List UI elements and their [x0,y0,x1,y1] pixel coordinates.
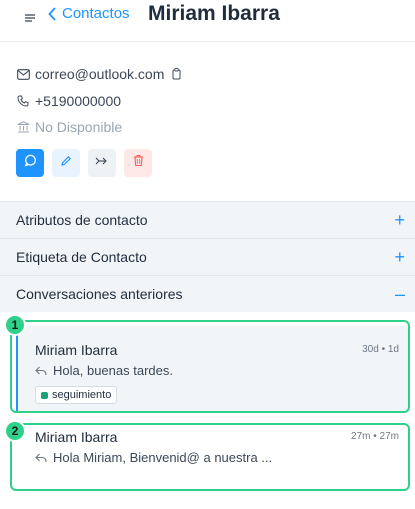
company-row: No Disponible [16,119,122,135]
menu-icon[interactable] [22,10,38,26]
email-row: correo@outlook.com [16,66,183,82]
marker-badge: 1 [4,314,26,336]
expand-plus-icon[interactable]: + [394,248,405,266]
section-contact-attributes[interactable]: Atributos de contacto + [0,201,415,238]
header: Contactos Miriam Ibarra [0,0,415,40]
highlight-box [10,320,410,413]
expand-plus-icon[interactable]: + [394,211,405,229]
highlight-box [10,423,410,491]
section-label: Etiqueta de Contacto [16,249,147,265]
marker-badge: 2 [4,420,26,442]
back-to-contacts-link[interactable]: Contactos [48,5,130,22]
phone-row: +5190000000 [16,93,121,109]
bank-icon [16,120,30,134]
edit-contact-button[interactable] [52,149,80,177]
chevron-left-icon [48,6,57,21]
company-value: No Disponible [35,119,123,135]
section-contact-labels[interactable]: Etiqueta de Contacto + [0,238,415,275]
delete-contact-button[interactable] [124,149,152,177]
new-conversation-button[interactable] [16,149,44,177]
merge-icon [95,154,109,172]
previous-conversations-list: Miriam Ibarra 30d • 1d Hola, buenas tard… [0,312,415,509]
section-label: Conversaciones anteriores [16,286,183,302]
section-label: Atributos de contacto [16,212,148,228]
phone-value[interactable]: +5190000000 [35,93,121,109]
email-value[interactable]: correo@outlook.com [35,66,164,82]
copy-icon[interactable] [171,68,183,80]
contact-info-panel: correo@outlook.com +5190000000 No Dispon… [0,41,415,201]
collapse-minus-icon[interactable]: – [395,285,405,303]
merge-contact-button[interactable] [88,149,116,177]
mail-icon [16,67,30,81]
pencil-icon [60,154,72,172]
section-previous-conversations[interactable]: Conversaciones anteriores – [0,275,415,312]
chat-icon [24,154,37,172]
back-label: Contactos [62,5,130,22]
contact-actions [16,149,152,177]
trash-icon [133,154,144,172]
page-title: Miriam Ibarra [148,2,280,25]
phone-icon [16,94,30,108]
